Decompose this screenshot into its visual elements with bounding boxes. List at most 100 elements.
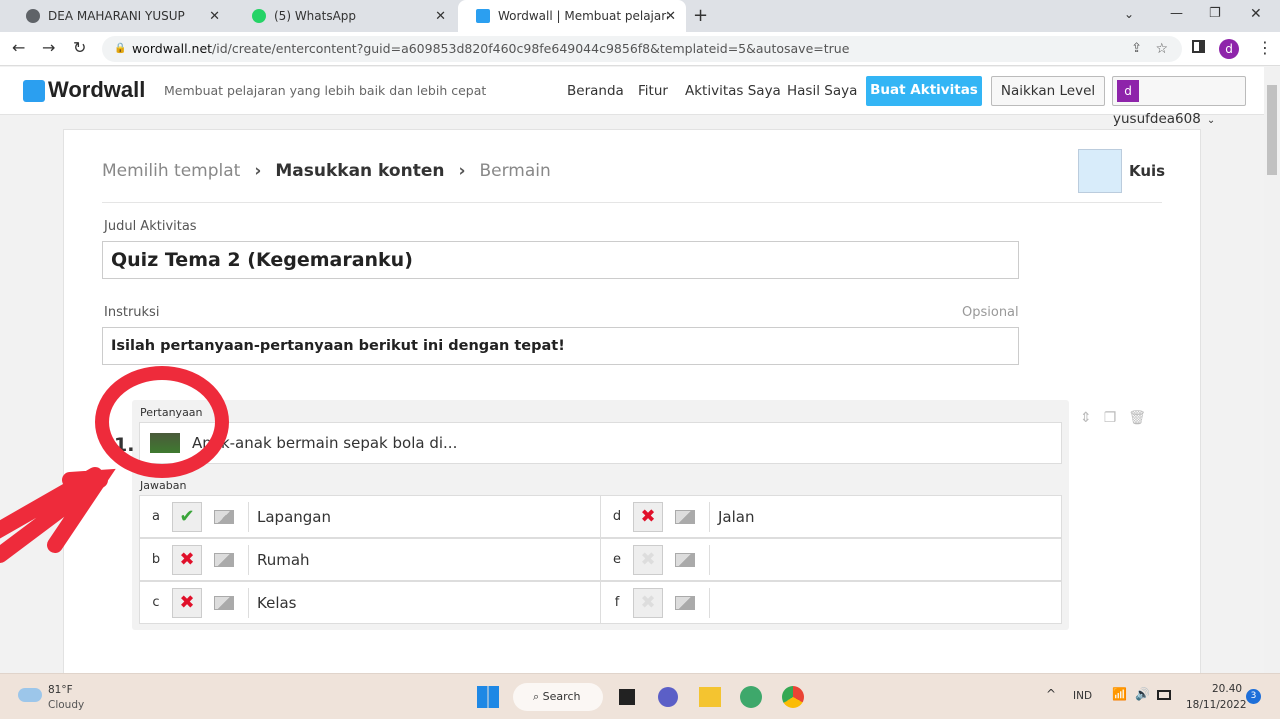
- back-icon[interactable]: ←: [12, 38, 25, 57]
- username: yusufdea608: [1113, 111, 1201, 127]
- taskbar: 81°F Cloudy ⌕ Search ^ IND 📶 🔊 20.40 18/…: [0, 673, 1280, 719]
- image-icon[interactable]: [675, 552, 695, 567]
- answer-row: e ✖: [600, 538, 1062, 581]
- clock-date[interactable]: 18/11/2022: [1186, 699, 1247, 711]
- tagline: Membuat pelajaran yang lebih baik dan le…: [164, 83, 487, 98]
- weather-temp[interactable]: 81°F: [48, 684, 73, 696]
- search-label: Search: [542, 690, 581, 703]
- step-play: Bermain: [479, 161, 551, 181]
- cross-icon[interactable]: ✖: [633, 501, 663, 532]
- answer-input[interactable]: Rumah: [257, 551, 310, 569]
- app-header: Wordwall Membuat pelajaran yang lebih ba…: [0, 67, 1264, 127]
- image-icon[interactable]: [675, 509, 695, 524]
- answer-letter: e: [613, 552, 621, 567]
- search-icon: ⌕: [533, 690, 543, 703]
- url-path: /id/create/entercontent?guid=a609853d820…: [212, 41, 850, 56]
- tab-dea[interactable]: DEA MAHARANI YUSUP ✕: [8, 0, 230, 32]
- tab-title: (5) WhatsApp: [274, 9, 357, 23]
- create-activity-button[interactable]: Buat Aktivitas: [866, 76, 982, 106]
- windows-start-icon[interactable]: [477, 686, 499, 708]
- user-menu[interactable]: d yusufdea608 ⌄: [1112, 76, 1246, 127]
- close-tab-icon[interactable]: ✕: [209, 9, 220, 24]
- cross-icon[interactable]: ✖: [633, 587, 663, 618]
- reload-icon[interactable]: ↻: [73, 38, 86, 57]
- scrollbar[interactable]: [1264, 67, 1280, 673]
- chevron-down-icon: ⌄: [1206, 115, 1216, 126]
- answer-letter: d: [612, 509, 622, 524]
- user-avatar: d: [1117, 80, 1139, 102]
- battery-icon[interactable]: [1157, 690, 1171, 700]
- cross-icon[interactable]: ✖: [172, 587, 202, 618]
- close-tab-icon[interactable]: ✕: [665, 9, 676, 24]
- optional-label: Opsional: [962, 305, 1019, 320]
- notification-badge[interactable]: 3: [1246, 689, 1261, 704]
- wordwall-icon: [476, 9, 490, 23]
- show-hidden-icons[interactable]: ^: [1046, 687, 1056, 701]
- nav-hasil-saya[interactable]: Hasil Saya: [787, 83, 857, 99]
- url-domain: wordwall.net: [132, 41, 213, 56]
- breadcrumb: Memilih templat › Masukkan konten › Bermai…: [102, 161, 551, 181]
- url-input[interactable]: 🔒 wordwall.net/id/create/entercontent?gui…: [102, 36, 1182, 62]
- quiz-template-thumbnail[interactable]: [1078, 149, 1122, 193]
- annotation-arrow: [0, 467, 116, 563]
- tab-search-icon[interactable]: ⌄: [1124, 7, 1134, 21]
- bookmark-star-icon[interactable]: ☆: [1155, 36, 1168, 62]
- reorder-icon[interactable]: ⇕: [1080, 410, 1092, 426]
- new-tab-button[interactable]: +: [693, 5, 708, 26]
- language-indicator[interactable]: IND: [1073, 690, 1092, 702]
- trash-icon[interactable]: 🗑: [1128, 410, 1146, 426]
- task-view-icon[interactable]: [619, 689, 635, 705]
- menu-icon[interactable]: ⋮: [1257, 38, 1273, 57]
- answer-input[interactable]: Jalan: [718, 508, 754, 526]
- cloud-icon: [18, 688, 42, 702]
- tab-strip: DEA MAHARANI YUSUP ✕ (5) WhatsApp ✕ Wordwa…: [0, 0, 1280, 32]
- duplicate-icon[interactable]: ❐: [1104, 410, 1117, 426]
- tab-title: DEA MAHARANI YUSUP: [48, 9, 185, 23]
- chrome-icon[interactable]: [782, 686, 804, 708]
- tab-wordwall[interactable]: Wordwall | Membuat pelajaran y✕: [458, 0, 686, 32]
- logo-text[interactable]: Wordwall: [48, 77, 145, 103]
- answer-row: f ✖: [600, 581, 1062, 624]
- title-label: Judul Aktivitas: [104, 219, 197, 234]
- lock-icon: 🔒: [114, 43, 127, 54]
- answer-letter: c: [152, 595, 160, 610]
- annotation-circle: [95, 366, 229, 478]
- clock-time[interactable]: 20.40: [1212, 683, 1242, 695]
- question-actions: ⇕ ❐ 🗑: [1080, 410, 1146, 426]
- teams-icon[interactable]: [658, 687, 678, 707]
- volume-icon[interactable]: 🔊: [1135, 687, 1150, 701]
- taskbar-search[interactable]: ⌕ Search: [513, 683, 603, 711]
- profile-avatar[interactable]: d: [1219, 39, 1239, 59]
- instructions-label: Instruksi: [104, 305, 160, 320]
- close-window-button[interactable]: ✕: [1250, 6, 1262, 22]
- upgrade-button[interactable]: Naikkan Level: [991, 76, 1105, 106]
- wordwall-logo-icon: [23, 80, 45, 102]
- step-enter-content: Masukkan konten: [275, 161, 445, 181]
- minimize-button[interactable]: —: [1170, 6, 1183, 21]
- edge-icon[interactable]: [740, 686, 762, 708]
- nav-beranda[interactable]: Beranda: [567, 83, 624, 99]
- title-input[interactable]: Quiz Tema 2 (Kegemaranku): [102, 241, 1019, 279]
- image-icon[interactable]: [675, 595, 695, 610]
- weather-desc: Cloudy: [48, 699, 85, 711]
- restore-button[interactable]: ❐: [1209, 6, 1221, 21]
- tab-whatsapp[interactable]: (5) WhatsApp ✕: [234, 0, 456, 32]
- forward-icon[interactable]: →: [42, 38, 55, 57]
- answer-row: c ✖ Kelas: [139, 581, 601, 624]
- image-icon[interactable]: [214, 595, 234, 610]
- question-input[interactable]: Anak-anak bermain sepak bola di...: [139, 422, 1062, 464]
- wifi-icon[interactable]: 📶: [1112, 687, 1127, 701]
- chevron-right-icon: ›: [254, 161, 262, 181]
- nav-aktivitas-saya[interactable]: Aktivitas Saya: [685, 83, 781, 99]
- cross-icon[interactable]: ✖: [633, 544, 663, 575]
- side-panel-icon[interactable]: [1192, 40, 1205, 53]
- address-bar: ← → ↻ 🔒 wordwall.net/id/create/enterconte…: [0, 32, 1280, 66]
- nav-fitur[interactable]: Fitur: [638, 83, 668, 99]
- close-tab-icon[interactable]: ✕: [435, 9, 446, 24]
- step-choose-template[interactable]: Memilih templat: [102, 161, 240, 181]
- answer-input[interactable]: Kelas: [257, 594, 297, 612]
- answer-input[interactable]: Lapangan: [257, 508, 331, 526]
- file-explorer-icon[interactable]: [699, 687, 721, 707]
- share-icon[interactable]: ⇪: [1131, 36, 1142, 62]
- template-name: Kuis: [1129, 162, 1166, 180]
